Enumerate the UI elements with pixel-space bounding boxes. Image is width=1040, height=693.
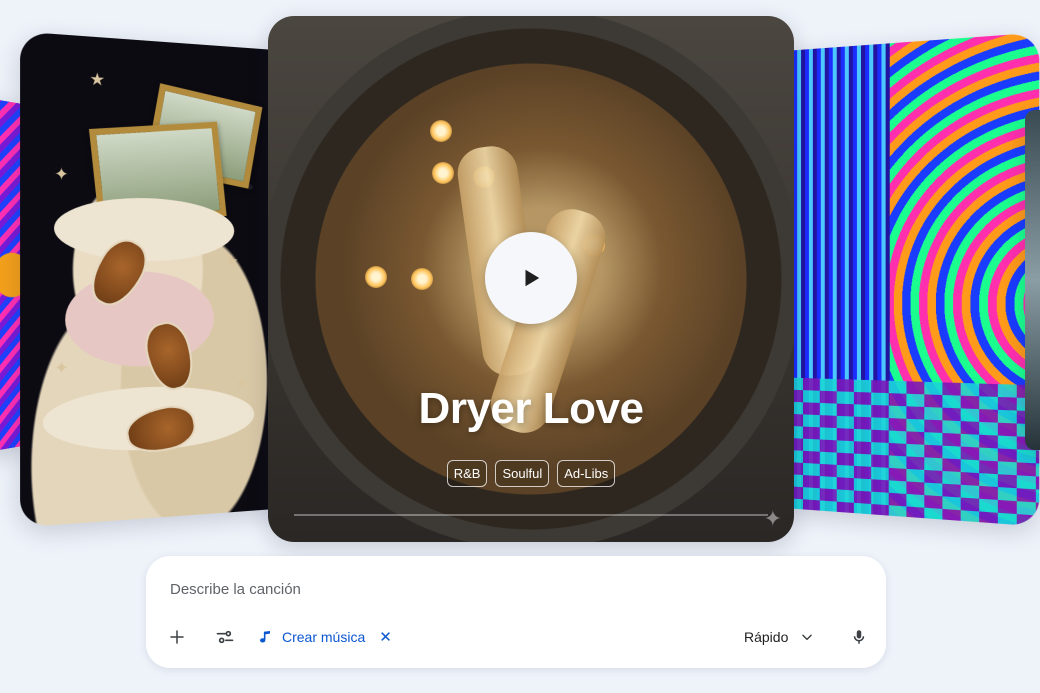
chevron-down-icon bbox=[802, 634, 813, 641]
featured-song-card[interactable]: Dryer Love R&B Soulful Ad-Libs ✦ bbox=[268, 16, 794, 542]
create-music-label: Crear música bbox=[282, 629, 366, 645]
carousel-card-right[interactable] bbox=[770, 32, 1040, 527]
music-note-icon bbox=[260, 631, 270, 643]
playback-progress-track[interactable] bbox=[294, 514, 768, 516]
song-tag: Soulful bbox=[495, 460, 550, 487]
dryer-light-art bbox=[365, 266, 387, 288]
dryer-light-art bbox=[430, 120, 452, 142]
microphone-icon bbox=[853, 630, 865, 644]
song-tag: R&B bbox=[446, 460, 488, 487]
star-icon: ★ bbox=[234, 375, 249, 394]
close-icon[interactable]: ✕ bbox=[379, 628, 392, 646]
play-icon bbox=[525, 269, 540, 287]
mode-label: Rápido bbox=[744, 629, 789, 645]
play-button[interactable] bbox=[485, 232, 577, 324]
tools-button[interactable] bbox=[212, 622, 238, 652]
song-title: Dryer Love bbox=[418, 384, 644, 433]
star-icon: ★ bbox=[89, 70, 106, 90]
song-tags: R&B Soulful Ad-Libs bbox=[268, 460, 794, 487]
tune-icon bbox=[216, 630, 234, 644]
plus-icon bbox=[170, 630, 184, 644]
mode-selector[interactable]: Rápido bbox=[744, 622, 814, 652]
star-icon: ✦ bbox=[53, 359, 69, 379]
star-icon: ✦ bbox=[53, 165, 69, 185]
sparkle-icon: ✦ bbox=[763, 506, 782, 531]
add-button[interactable] bbox=[164, 622, 190, 652]
dryer-light-art bbox=[411, 268, 433, 290]
song-tag: Ad-Libs bbox=[557, 460, 616, 487]
microphone-button[interactable] bbox=[846, 622, 872, 652]
create-music-chip[interactable]: Crear música ✕ bbox=[258, 622, 392, 652]
carousel-card-far-right[interactable] bbox=[1025, 110, 1040, 450]
checker-floor-art bbox=[770, 377, 1040, 527]
cloud-shape bbox=[65, 271, 215, 369]
prompt-composer: Crear música ✕ Rápido bbox=[146, 556, 886, 668]
star-icon: ★ bbox=[224, 253, 239, 271]
prompt-input[interactable] bbox=[168, 576, 862, 602]
carousel-card-left[interactable]: ★ ✦ ★ ✦ ★ bbox=[20, 31, 304, 528]
